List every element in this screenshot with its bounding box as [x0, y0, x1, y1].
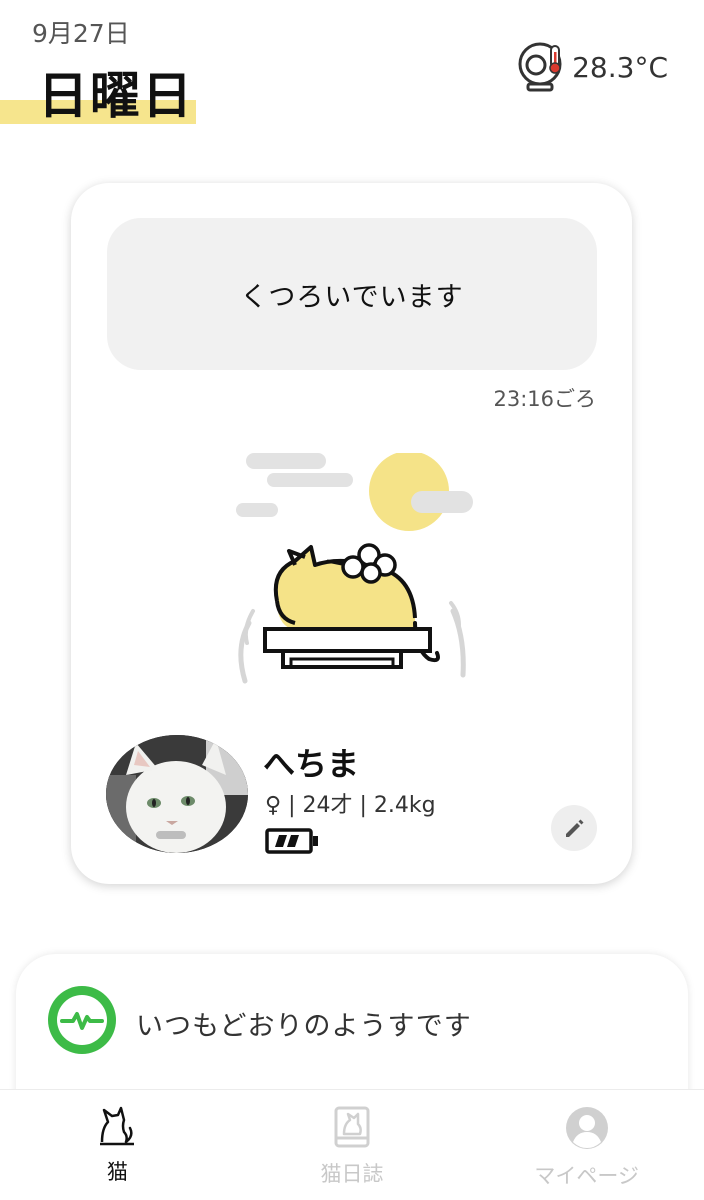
cat-profile-info: ♀ | 24才 | 2.4kg — [265, 793, 436, 818]
cat-sleeping-on-bed-icon — [236, 453, 473, 684]
nav-label-cat: 猫 — [106, 1160, 128, 1184]
nav-label-mypage: マイページ — [534, 1164, 639, 1188]
user-icon — [565, 1107, 608, 1149]
cat-icon — [100, 1106, 135, 1146]
bottom-navigation: 猫 猫日誌 マイページ — [0, 1089, 704, 1200]
cat-status-card: くつろいでいます 23:16ごろ へちま ♀ | 24才 | 2.4kg — [71, 183, 632, 884]
nav-item-cat[interactable]: 猫 — [0, 1090, 235, 1200]
heartbeat-icon — [48, 986, 116, 1054]
health-status-message: いつもどおりのようすです — [136, 1011, 472, 1042]
pencil-icon — [566, 819, 584, 837]
temperature-indicator[interactable]: 28.3°C — [516, 40, 668, 94]
nav-item-diary[interactable]: 猫日誌 — [235, 1090, 470, 1200]
battery-icon — [265, 828, 318, 854]
weekday-title: 日曜日 — [38, 67, 194, 125]
cat-name: へちま — [263, 745, 360, 783]
cat-photo — [106, 735, 248, 853]
temperature-value: 28.3°C — [572, 50, 668, 84]
cat-home-screen: 9月27日 日曜日 28.3°C くつろいでいます 23:16ごろ へちま ♀ … — [0, 0, 704, 1200]
room-thermometer-icon — [518, 42, 562, 92]
status-bubble: くつろいでいます — [107, 218, 597, 370]
date-label: 9月27日 — [32, 19, 130, 48]
diary-icon — [334, 1106, 370, 1148]
cat-avatar[interactable] — [106, 735, 248, 853]
nav-item-mypage[interactable]: マイページ — [469, 1090, 704, 1200]
status-time: 23:16ごろ — [493, 387, 596, 411]
status-message: くつろいでいます — [240, 281, 464, 313]
edit-cat-button[interactable] — [551, 805, 597, 851]
nav-label-diary: 猫日誌 — [320, 1162, 384, 1186]
